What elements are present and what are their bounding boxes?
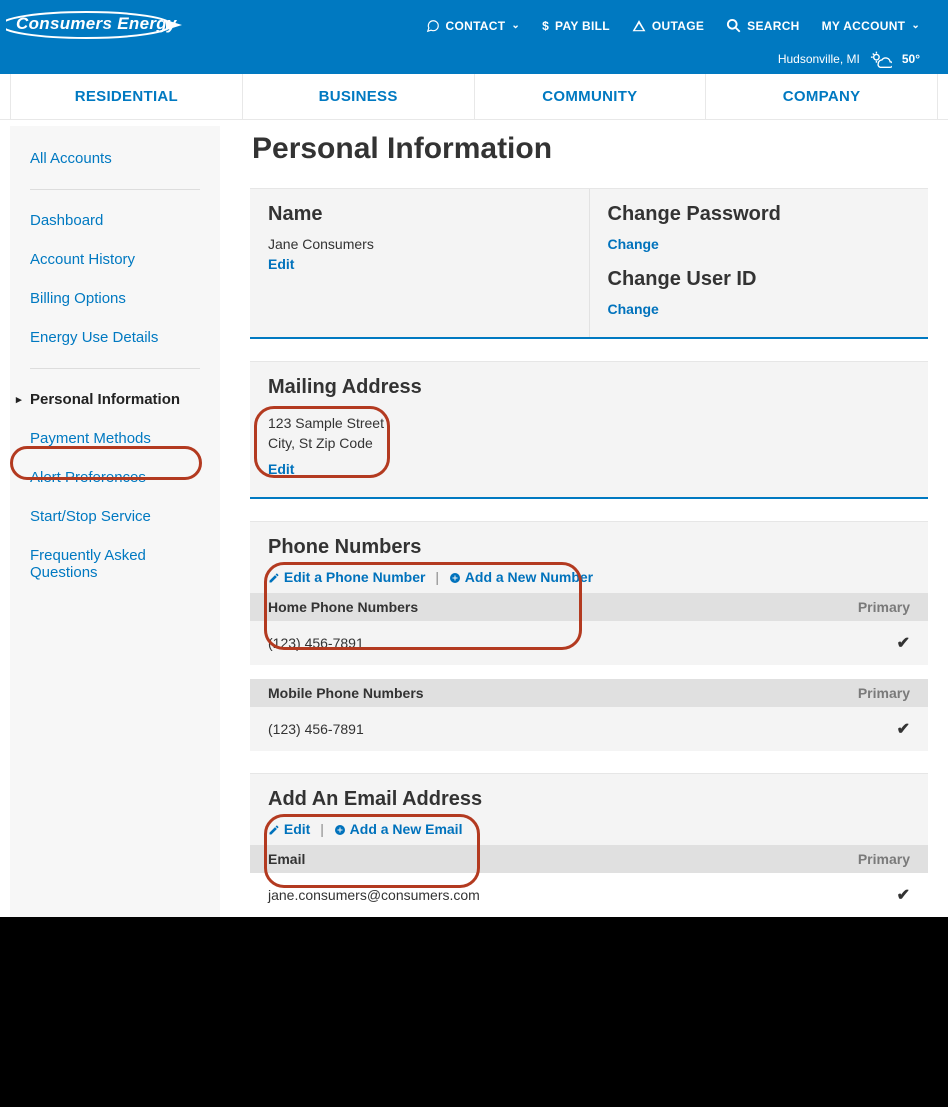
weather-bar: Hudsonville, MI 50° (778, 50, 920, 68)
page-title: Personal Information (252, 132, 928, 166)
name-heading: Name (268, 203, 571, 226)
email-subhead: Email Primary (250, 845, 928, 873)
home-phones-label: Home Phone Numbers (268, 599, 418, 615)
email-label: Email (268, 851, 305, 867)
home-phone-row: (123) 456-7891 ✔ (250, 621, 928, 665)
chevron-down-icon: ⌄ (911, 20, 920, 31)
weather-location: Hudsonville, MI (778, 52, 860, 66)
chevron-down-icon: ⌄ (511, 20, 520, 31)
tab-residential[interactable]: RESIDENTIAL (10, 74, 243, 119)
add-phone-link[interactable]: Add a New Number (465, 569, 593, 585)
contact-label: CONTACT (446, 19, 506, 33)
sidebar-divider (30, 189, 200, 190)
panel-phone-numbers: Phone Numbers Edit a Phone Number | Add … (250, 521, 928, 751)
logo[interactable]: Consumers Energy (16, 14, 186, 34)
sidebar-item-account-history[interactable]: Account History (30, 251, 200, 268)
mobile-phone-row: (123) 456-7891 ✔ (250, 707, 928, 751)
edit-name-link[interactable]: Edit (268, 256, 294, 272)
top-links: CONTACT ⌄ $ PAY BILL OUTAGE SEARCH MY AC… (426, 18, 921, 33)
weather-temp: 50° (902, 52, 920, 66)
email-heading: Add An Email Address (250, 774, 928, 821)
search-link[interactable]: SEARCH (726, 18, 799, 33)
sidebar-item-personal-information[interactable]: Personal Information (30, 391, 200, 408)
address-line1: 123 Sample Street (268, 415, 910, 431)
outage-link[interactable]: OUTAGE (632, 19, 704, 33)
sidebar-item-alert-preferences[interactable]: Alert Preferences (30, 469, 200, 486)
check-icon: ✔ (897, 719, 910, 739)
contact-link[interactable]: CONTACT ⌄ (426, 19, 521, 33)
speech-bubble-icon (426, 19, 440, 33)
outage-label: OUTAGE (652, 19, 704, 33)
phones-heading: Phone Numbers (250, 522, 928, 569)
primary-label: Primary (858, 851, 910, 867)
content-area: Personal Information Name Jane Consumers… (250, 126, 938, 917)
tab-company[interactable]: COMPANY (706, 74, 938, 119)
mobile-phones-subhead: Mobile Phone Numbers Primary (250, 679, 928, 707)
home-phones-subhead: Home Phone Numbers Primary (250, 593, 928, 621)
sidebar: All Accounts Dashboard Account History B… (10, 126, 220, 917)
sidebar-item-billing-options[interactable]: Billing Options (30, 290, 200, 307)
dollar-icon: $ (542, 19, 549, 33)
top-header: Consumers Energy CONTACT ⌄ $ PAY BILL OU… (0, 0, 948, 74)
primary-label: Primary (858, 599, 910, 615)
edit-address-link[interactable]: Edit (268, 461, 294, 477)
change-userid-heading: Change User ID (608, 268, 911, 291)
security-section: Change Password Change Change User ID Ch… (590, 189, 929, 337)
plus-circle-icon (449, 572, 461, 584)
mobile-phones-label: Mobile Phone Numbers (268, 685, 424, 701)
separator: | (435, 569, 439, 585)
warning-triangle-icon (632, 19, 646, 33)
my-account-label: MY ACCOUNT (822, 19, 906, 33)
plus-circle-icon (334, 824, 346, 836)
primary-label: Primary (858, 685, 910, 701)
mailing-heading: Mailing Address (268, 376, 910, 399)
mobile-phone-value: (123) 456-7891 (268, 721, 364, 737)
tab-community[interactable]: COMMUNITY (475, 74, 707, 119)
name-section: Name Jane Consumers Edit (250, 189, 590, 337)
sidebar-item-start-stop-service[interactable]: Start/Stop Service (30, 508, 200, 525)
logo-text: Consumers Energy (16, 14, 177, 33)
search-label: SEARCH (747, 19, 799, 33)
paybill-label: PAY BILL (555, 19, 610, 33)
sidebar-item-faq[interactable]: Frequently Asked Questions (30, 547, 200, 581)
panel-email: Add An Email Address Edit | Add a New Em… (250, 773, 928, 917)
edit-phone-link[interactable]: Edit a Phone Number (284, 569, 426, 585)
paybill-link[interactable]: $ PAY BILL (542, 19, 610, 33)
footer-black-region (0, 917, 948, 1107)
home-phone-value: (123) 456-7891 (268, 635, 364, 651)
change-password-link[interactable]: Change (608, 236, 659, 252)
sidebar-item-all-accounts[interactable]: All Accounts (30, 150, 200, 167)
email-row: jane.consumers@consumers.com ✔ (250, 873, 928, 917)
separator: | (320, 821, 324, 837)
check-icon: ✔ (897, 633, 910, 653)
pencil-icon (268, 824, 280, 836)
add-email-link[interactable]: Add a New Email (350, 821, 463, 837)
sidebar-divider (30, 368, 200, 369)
sidebar-item-energy-use[interactable]: Energy Use Details (30, 329, 200, 346)
main-nav: RESIDENTIAL BUSINESS COMMUNITY COMPANY (0, 74, 948, 120)
change-password-heading: Change Password (608, 203, 911, 226)
edit-email-link[interactable]: Edit (284, 821, 310, 837)
tab-business[interactable]: BUSINESS (243, 74, 475, 119)
search-icon (726, 18, 741, 33)
change-userid-link[interactable]: Change (608, 301, 659, 317)
sidebar-item-payment-methods[interactable]: Payment Methods (30, 430, 200, 447)
weather-partly-cloudy-icon (870, 50, 892, 68)
panel-account-info: Name Jane Consumers Edit Change Password… (250, 188, 928, 339)
panel-mailing-address: Mailing Address 123 Sample Street City, … (250, 361, 928, 499)
name-value: Jane Consumers (268, 236, 571, 252)
email-value: jane.consumers@consumers.com (268, 887, 480, 903)
address-line2: City, St Zip Code (268, 435, 910, 451)
pencil-icon (268, 572, 280, 584)
check-icon: ✔ (897, 885, 910, 905)
sidebar-item-dashboard[interactable]: Dashboard (30, 212, 200, 229)
my-account-link[interactable]: MY ACCOUNT ⌄ (822, 19, 920, 33)
